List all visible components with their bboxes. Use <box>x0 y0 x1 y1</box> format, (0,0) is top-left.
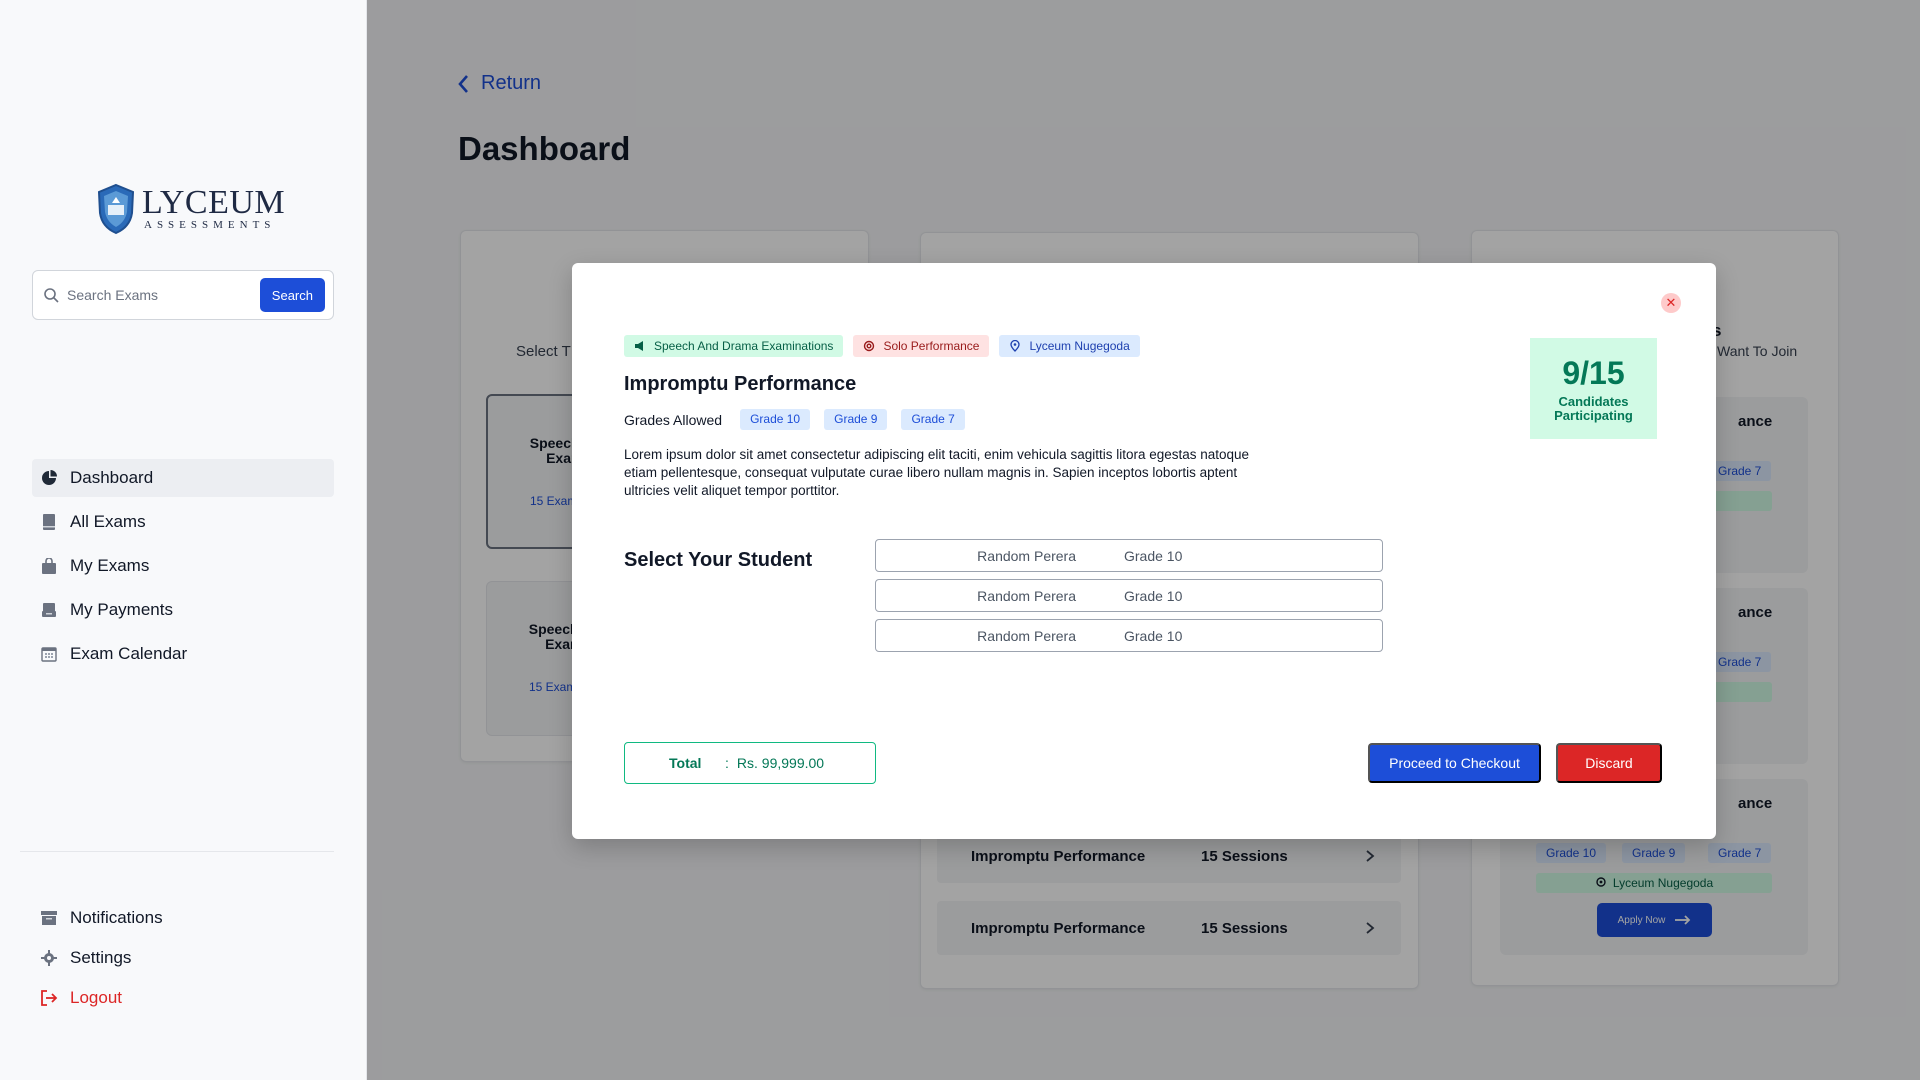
nav-item-label: Notifications <box>70 908 163 927</box>
close-icon[interactable]: ✕ <box>1661 293 1681 313</box>
select-student-title: Select Your Student <box>624 549 813 571</box>
participation-stat: 9/15 Candidates Participating <box>1530 338 1657 439</box>
student-name: Random Perera <box>977 547 1076 564</box>
nav-item-label: Dashboard <box>70 468 154 487</box>
nav-item-label: My Exams <box>70 556 150 575</box>
main-nav: Dashboard All Exams My Exams My Payments… <box>32 459 334 679</box>
total-label: Total <box>669 755 702 771</box>
location-tag: Lyceum Nugegoda <box>999 335 1140 357</box>
nav-item-settings[interactable]: Settings <box>32 939 334 977</box>
exam-tags: Speech And Drama Examinations Solo Perfo… <box>624 335 1140 357</box>
total-value: Rs. 99,999.00 <box>736 755 825 771</box>
stat-label: Candidates Participating <box>1554 393 1633 423</box>
nav-item-my-exams[interactable]: My Exams <box>32 547 334 585</box>
nav-item-label: Logout <box>70 988 122 1007</box>
logout-icon <box>40 989 58 1007</box>
exam-description: Lorem ipsum dolor sit amet consectetur a… <box>624 447 1250 498</box>
nav-item-label: My Payments <box>70 600 173 619</box>
search-box: Search <box>32 270 334 320</box>
bag-icon <box>40 557 58 575</box>
search-button[interactable]: Search <box>259 278 325 312</box>
nav-item-label: All Exams <box>70 512 146 531</box>
nav-item-my-payments[interactable]: My Payments <box>32 591 334 629</box>
total-amount: Total : Rs. 99,999.00 <box>624 742 876 784</box>
exam-title: Impromptu Performance <box>624 373 857 395</box>
calendar-icon <box>40 645 58 663</box>
student-option[interactable]: Random Perera Grade 10 <box>875 579 1383 612</box>
student-grade: Grade 10 <box>1124 587 1183 604</box>
exam-details-modal: ✕ Speech And Drama Examinations Solo Per… <box>572 263 1716 839</box>
student-name: Random Perera <box>977 587 1076 604</box>
tag-label: Lyceum Nugegoda <box>1029 339 1130 353</box>
proceed-to-checkout-button[interactable]: Proceed to Checkout <box>1368 743 1541 783</box>
nav-item-notifications[interactable]: Notifications <box>32 899 334 937</box>
student-grade: Grade 10 <box>1124 627 1183 644</box>
type-tag: Solo Performance <box>853 335 990 357</box>
inbox-icon <box>40 909 58 927</box>
wallet-icon <box>40 601 58 619</box>
nav-item-exam-calendar[interactable]: Exam Calendar <box>32 635 334 673</box>
search-icon <box>44 288 59 303</box>
grades-label: Grades Allowed <box>624 411 723 428</box>
brand-logo[interactable]: LYCEUM ASSESSMENTS <box>96 183 285 235</box>
pie-chart-icon <box>40 469 58 487</box>
sidebar-divider <box>20 851 334 852</box>
student-grade: Grade 10 <box>1124 547 1183 564</box>
student-option[interactable]: Random Perera Grade 10 <box>875 619 1383 652</box>
location-pin-icon <box>1010 340 1021 352</box>
stat-value: 9/15 <box>1562 354 1625 391</box>
gear-icon <box>40 949 58 967</box>
total-separator: : <box>725 755 729 771</box>
nav-item-all-exams[interactable]: All Exams <box>32 503 334 541</box>
student-list: Random Perera Grade 10 Random Perera Gra… <box>875 539 1383 659</box>
student-name: Random Perera <box>977 627 1076 644</box>
brand-name: LYCEUM <box>142 184 286 221</box>
nav-item-label: Settings <box>70 948 132 967</box>
nav-item-label: Exam Calendar <box>70 644 188 663</box>
megaphone-icon <box>635 341 643 351</box>
grade-chip: Grade 10 <box>740 409 811 430</box>
nav-item-dashboard[interactable]: Dashboard <box>32 459 334 497</box>
shield-logo-icon <box>97 183 135 235</box>
brand-tagline: ASSESSMENTS <box>144 219 276 231</box>
category-tag: Speech And Drama Examinations <box>624 335 844 357</box>
grade-chip: Grade 9 <box>824 409 888 430</box>
secondary-nav: Notifications Settings Logout <box>32 899 334 1019</box>
grades-allowed: Grades Allowed Grade 10 Grade 9 Grade 7 <box>624 409 965 430</box>
book-icon <box>40 513 58 531</box>
tag-label: Solo Performance <box>883 339 980 353</box>
at-icon <box>864 340 875 352</box>
grade-chip: Grade 7 <box>901 409 965 430</box>
nav-item-logout[interactable]: Logout <box>32 979 334 1017</box>
student-option[interactable]: Random Perera Grade 10 <box>875 539 1383 572</box>
discard-button[interactable]: Discard <box>1556 743 1662 783</box>
search-input[interactable] <box>67 287 260 303</box>
sidebar: LYCEUM ASSESSMENTS Search Dashboard All … <box>0 0 367 1080</box>
tag-label: Speech And Drama Examinations <box>654 339 834 353</box>
